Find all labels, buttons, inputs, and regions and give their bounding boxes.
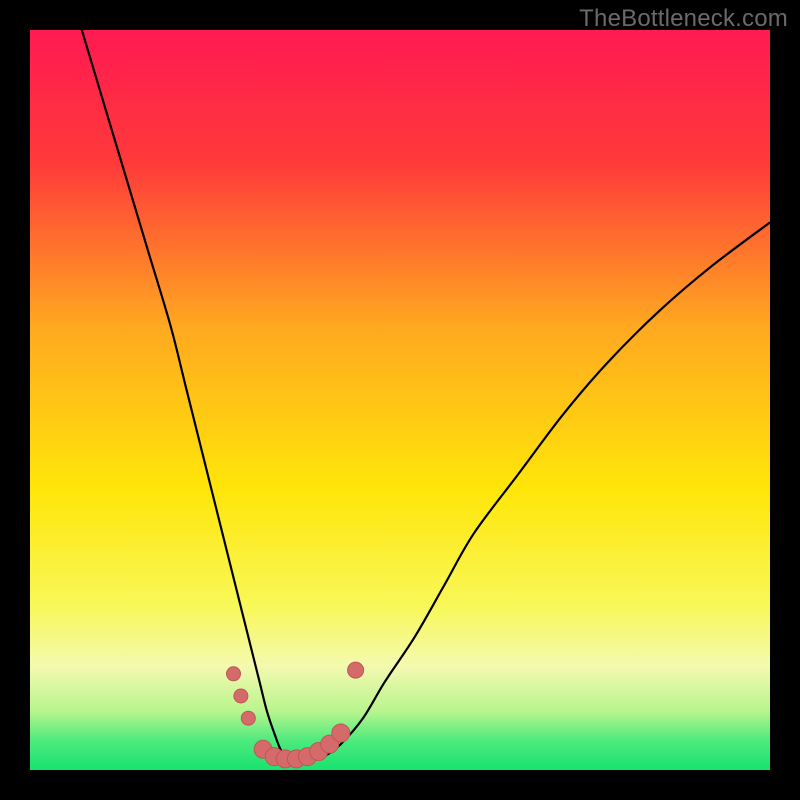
- bottleneck-chart: [0, 0, 800, 800]
- marker-point: [348, 662, 364, 678]
- marker-point: [332, 724, 350, 742]
- marker-point: [241, 711, 255, 725]
- marker-point: [234, 689, 248, 703]
- watermark-text: TheBottleneck.com: [579, 5, 788, 33]
- marker-point: [227, 667, 241, 681]
- chart-frame: TheBottleneck.com: [0, 0, 800, 800]
